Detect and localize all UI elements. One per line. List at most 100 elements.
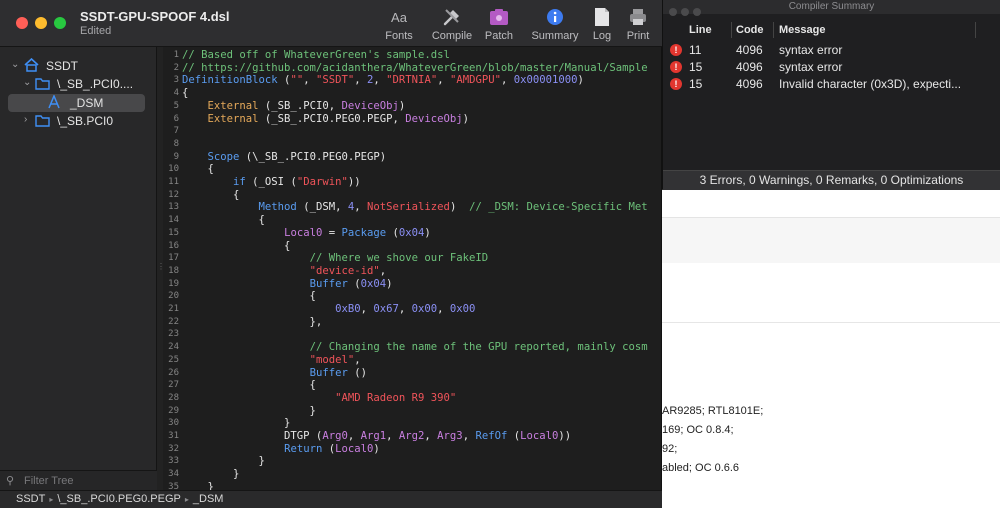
code-token: { [182, 87, 189, 100]
folder-icon [35, 78, 50, 93]
code-token: , [347, 430, 361, 442]
code-token: , [360, 303, 374, 315]
line-number: 29 [168, 405, 179, 416]
code-token: "model" [309, 353, 355, 366]
code-token: Return [284, 442, 323, 455]
column-separator [773, 22, 774, 38]
code-token: ) [398, 99, 406, 112]
line-number: 27 [168, 380, 179, 391]
line-number: 21 [168, 304, 179, 314]
code-token: ) [449, 201, 470, 214]
code-token: 0x00 [449, 303, 476, 315]
background-page: AR9285; RTL8101E; 169; OC 0.8.4; 92; abl… [662, 190, 1000, 508]
column-header-line[interactable]: Line [689, 16, 712, 44]
sidebar-tree: ⌄ SSDT ⌄ \_SB_.PCI0.... _DSM › \_SB.PCI0 [0, 47, 157, 490]
code-line: Buffer () [182, 367, 367, 380]
code-token: "device-id" [309, 264, 380, 277]
column-header-code[interactable]: Code [736, 16, 764, 44]
background-text: 169; OC 0.8.4; [662, 424, 734, 436]
tree-item-label: SSDT [46, 59, 79, 73]
code-token: 0xB0 [335, 303, 361, 315]
tree-item-sb-pci0-2[interactable]: › \_SB.PCI0 [0, 112, 157, 130]
code-line: }, [182, 316, 323, 329]
code-line: "AMD Radeon R9 390" [182, 392, 456, 405]
column-header-message[interactable]: Message [779, 16, 825, 44]
patch-button[interactable]: Patch [481, 6, 517, 42]
code-token: (_SB_.PCI0, [258, 99, 342, 112]
chevron-right-icon[interactable]: › [24, 114, 27, 125]
divider [662, 322, 1000, 323]
zoom-button[interactable] [693, 8, 701, 16]
code-line: // https://github.com/acidanthera/Whatev… [182, 62, 648, 75]
code-token: = [322, 226, 342, 239]
code-line: DTGP (Arg0, Arg1, Arg2, Arg3, RefOf (Loc… [182, 430, 571, 443]
error-row[interactable]: ! 15 4096 Invalid character (0x3D), expe… [663, 76, 1000, 93]
code-token: (_OSI ( [245, 176, 297, 188]
line-number: 5 [173, 100, 179, 111]
line-number: 3 [173, 75, 179, 86]
line-number: 33 [168, 456, 179, 467]
tree-item-ssdt[interactable]: ⌄ SSDT [0, 57, 157, 75]
line-number: 34 [168, 469, 179, 480]
code-line: if (_OSI ("Darwin")) [182, 176, 361, 189]
print-button[interactable]: Print [623, 6, 653, 42]
code-token: , [354, 74, 368, 87]
toolbar: SSDT-GPU-SPOOF 4.dsl Edited Aa Fonts Com… [0, 0, 662, 47]
compile-button[interactable]: Compile [429, 6, 475, 42]
filter-tree-input[interactable] [22, 472, 150, 489]
close-button[interactable] [16, 17, 28, 29]
line-number: 19 [168, 278, 179, 289]
chevron-down-icon[interactable]: ⌄ [23, 77, 31, 88]
code-token: ( [507, 430, 521, 442]
line-number: 7 [173, 126, 179, 137]
code-editor[interactable]: // Based off of WhateverGreen's sample.d… [181, 47, 661, 490]
code-token: , [437, 74, 450, 87]
chevron-down-icon[interactable]: ⌄ [11, 59, 19, 70]
breadcrumb-item[interactable]: _DSM [193, 493, 224, 505]
code-line: // Based off of WhateverGreen's sample.d… [182, 49, 450, 62]
code-token: Arg0 [322, 430, 348, 442]
code-token: )) [347, 176, 361, 188]
search-icon: ⚲ [6, 475, 15, 487]
line-number: 31 [168, 431, 179, 441]
code-token: External [207, 99, 259, 112]
code-token: 0x04 [360, 277, 387, 290]
tree-item-label: \_SB.PCI0 [57, 114, 114, 128]
background-text: AR9285; RTL8101E; [662, 405, 764, 417]
zoom-button[interactable] [54, 17, 66, 29]
code-token: DeviceObj [405, 112, 463, 125]
code-token: } [182, 404, 316, 417]
patch-icon [481, 6, 517, 28]
code-token: , [354, 201, 368, 214]
code-line: } [182, 417, 290, 430]
code-token: "AMD Radeon R9 390" [335, 391, 457, 404]
log-button[interactable]: Log [588, 6, 616, 42]
code-token: External [207, 112, 259, 125]
code-token: "DRTNIA" [386, 74, 438, 87]
error-icon: ! [670, 44, 682, 56]
line-number: 26 [168, 367, 179, 378]
line-number: 25 [168, 354, 179, 365]
line-number: 28 [168, 392, 179, 403]
line-number: 32 [168, 443, 179, 454]
minimize-button[interactable] [681, 8, 689, 16]
summary-button[interactable]: Summary [530, 6, 580, 42]
breadcrumb-item[interactable]: \_SB_.PCI0.PEG0.PEGP [57, 493, 181, 505]
code-token: , [354, 353, 361, 366]
close-button[interactable] [669, 8, 677, 16]
breadcrumb-item[interactable]: SSDT [16, 493, 45, 505]
error-icon: ! [670, 78, 682, 90]
error-row[interactable]: ! 15 4096 syntax error [663, 59, 1000, 76]
code-token: { [182, 163, 214, 176]
tree-item-sb-pci0[interactable]: ⌄ \_SB_.PCI0.... [0, 75, 157, 93]
fonts-button[interactable]: Aa Fonts [382, 6, 416, 43]
tree-item-dsm[interactable]: _DSM [8, 94, 145, 112]
code-token: , [303, 74, 316, 87]
line-number: 17 [168, 253, 179, 264]
code-token: Method [258, 201, 297, 214]
error-row[interactable]: ! 11 4096 syntax error [663, 42, 1000, 59]
method-icon [47, 94, 61, 112]
minimize-button[interactable] [35, 17, 47, 29]
